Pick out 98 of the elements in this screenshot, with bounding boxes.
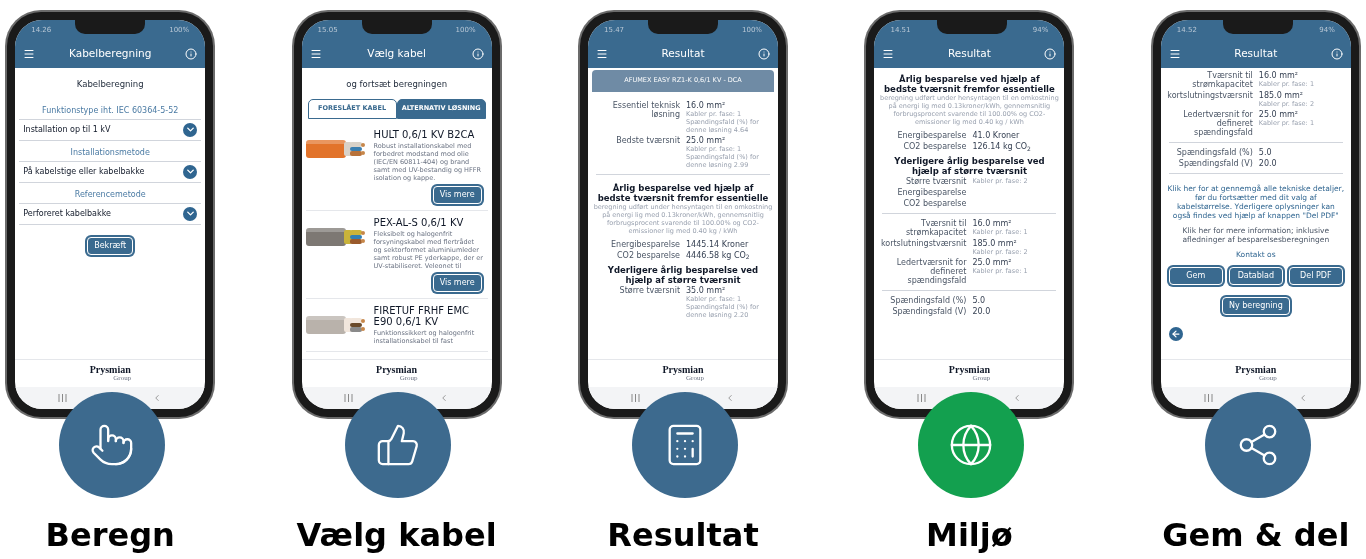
notch: [648, 20, 719, 34]
dropdown[interactable]: Installation op til 1 kV: [19, 118, 202, 141]
action-button[interactable]: Vis mere: [432, 273, 482, 292]
row-label: CO2 besparelse: [902, 142, 967, 151]
row-label: Energibesparelse: [896, 131, 967, 140]
row-value: 16.0 mm²: [1258, 71, 1299, 80]
screen-title: Resultat: [947, 46, 991, 62]
action-button[interactable]: Vis mere: [432, 185, 482, 204]
notch: [936, 20, 1007, 34]
action-button[interactable]: Gem: [1168, 267, 1223, 285]
row-label: Tværsnit til strømkapacitet: [1191, 71, 1253, 89]
row-value: 35.0 mm²: [686, 285, 727, 295]
row-value: 1445.14 Kroner: [686, 239, 750, 249]
row-label: CO2 besparelse: [902, 199, 967, 208]
chevron-icon: [183, 122, 198, 137]
recent-apps-icon[interactable]: [1203, 394, 1213, 402]
field-label: Installationsmetode: [69, 146, 151, 159]
row-label: Ledertværsnit for defineret spændingsfald: [895, 258, 967, 285]
logo-wordmark: Prysmian: [948, 365, 990, 375]
screen-title: Vælg kabel: [367, 46, 426, 62]
row-value: 5.0: [1258, 148, 1273, 157]
screen-title: Resultat: [1234, 46, 1278, 62]
field-label: Funktionstype iht. IEC 60364-5-52: [41, 104, 180, 117]
action-button[interactable]: Del PDF: [1288, 267, 1343, 285]
row-label: Spændingsfald (%): [889, 296, 967, 305]
notch: [75, 20, 146, 34]
info-icon[interactable]: [185, 48, 198, 60]
feature-caption: Gem & del: [1162, 515, 1350, 555]
row-value: 16.0 mm²: [686, 100, 727, 110]
recent-apps-icon[interactable]: [630, 394, 640, 402]
recent-apps-icon[interactable]: [57, 394, 67, 402]
row-label: CO2 besparelse: [616, 250, 680, 260]
row-value: 126.14 kg CO$_{2}$: [972, 142, 1032, 151]
cable-name: HULT 0,6/1 KV B2CA: [373, 128, 476, 140]
logo-wordmark: Prysmian: [376, 365, 418, 375]
screen-title: Resultat: [661, 46, 705, 62]
row-label: Tværsnit til strømkapacitet: [904, 219, 967, 237]
menu-icon[interactable]: [596, 48, 608, 60]
row-value: 25.0 mm²: [1258, 110, 1299, 119]
action-button[interactable]: Ny beregning: [1221, 297, 1290, 315]
row-label: Større tværsnit: [904, 177, 967, 186]
notch: [361, 20, 432, 34]
cable-name: FIRETUF FRHF EMC E90 0,6/1 KV: [373, 304, 470, 327]
recent-apps-icon[interactable]: [917, 394, 927, 402]
info-icon[interactable]: [758, 48, 770, 60]
feature-caption: Vælg kabel: [296, 515, 497, 555]
row-value: 16.0 mm²: [972, 219, 1013, 228]
menu-icon[interactable]: [309, 48, 322, 60]
screen-subtitle: Kabelberegning: [75, 78, 145, 91]
menu-icon[interactable]: [882, 48, 895, 60]
row-value: 20.0: [972, 307, 992, 316]
row-value: 25.0 mm²: [972, 258, 1013, 267]
row-value: 5.0: [972, 296, 987, 305]
action-button[interactable]: Bekræft: [87, 236, 134, 255]
row-label: Spændingsfald (%): [1175, 148, 1253, 157]
feature-caption: Miljø: [926, 515, 1013, 555]
menu-icon[interactable]: [1168, 48, 1181, 60]
row-label: Essentiel teknisk løsning: [611, 100, 680, 121]
dropdown[interactable]: På kabelstige eller kabelbakke: [19, 160, 202, 183]
row-label: Spændingsfald (V): [891, 307, 967, 316]
row-value: 20.0: [1258, 159, 1278, 168]
chevron-icon: [183, 206, 198, 221]
row-label: Større tværsnit: [618, 285, 680, 297]
row-value: 185.0 mm²: [1258, 91, 1305, 100]
recent-apps-icon[interactable]: [344, 394, 354, 402]
section-heading: Årlig besparelse ved hjælp af bedste tværsnit fremfor essentielle: [883, 73, 1056, 94]
menu-icon[interactable]: [23, 48, 36, 60]
info-icon[interactable]: [1044, 48, 1057, 60]
row-label: kortslutningstværsnit: [879, 239, 967, 250]
field-label: Referencemetode: [73, 188, 147, 201]
section-heading: Yderligere årlig besparelse ved hjælp af større tværsnit: [606, 263, 760, 285]
row-value: 185.0 mm²: [972, 239, 1018, 248]
row-label: Energibesparelse: [896, 188, 967, 197]
section-heading: Yderligere årlig besparelse ved hjælp af større tværsnit: [893, 155, 1046, 176]
action-button[interactable]: Datablad: [1228, 267, 1283, 285]
logo-wordmark: Prysmian: [1235, 365, 1277, 375]
info-icon[interactable]: [1330, 48, 1343, 60]
chevron-icon: [183, 164, 198, 179]
row-value: 4446.58 kg CO$_{2}$: [686, 250, 751, 260]
section-heading: Årlig besparelse ved hjælp af bedste tværsnit fremfor essentielle: [596, 181, 770, 203]
screen-title: Kabelberegning: [69, 46, 152, 62]
pointer-hand-icon: [89, 422, 135, 468]
cable-name: PEX-AL-S 0,6/1 KV: [373, 216, 465, 228]
row-label: Energibesparelse: [610, 239, 680, 249]
info-icon[interactable]: [471, 48, 484, 60]
row-label: Spændingsfald (V): [1177, 159, 1253, 168]
feature-caption: Resultat: [607, 515, 759, 555]
row-label: Bedste tværsnit: [615, 135, 680, 147]
screen-subtitle: og fortsæt beregningen: [345, 78, 449, 91]
logo-wordmark: Prysmian: [89, 365, 131, 375]
dropdown[interactable]: Perforeret kabelbakke: [19, 202, 202, 225]
row-label: kortslutningstværsnit: [1166, 91, 1253, 102]
feature-caption: Beregn: [45, 515, 175, 555]
logo-wordmark: Prysmian: [662, 365, 704, 375]
notch: [1223, 20, 1294, 34]
row-value: 25.0 mm²: [686, 135, 727, 145]
row-value: 41.0 Kroner: [972, 131, 1021, 140]
row-label: Ledertværsnit for defineret spændingsfald: [1182, 110, 1253, 137]
